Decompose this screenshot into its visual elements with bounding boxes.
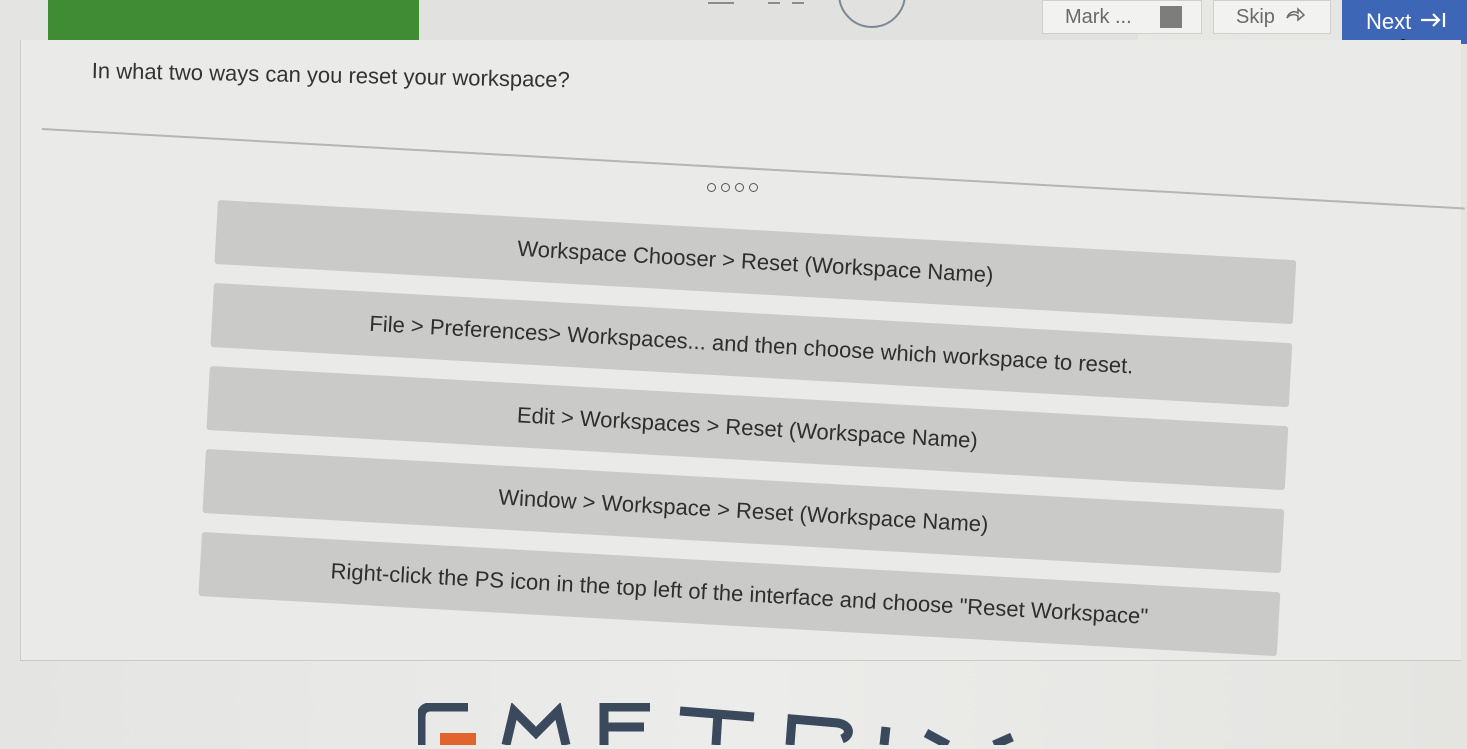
mark-button[interactable]: Mark ... — [1042, 0, 1202, 34]
skip-button[interactable]: Skip — [1213, 0, 1331, 34]
pager-dots — [707, 183, 758, 192]
timer-tick — [708, 2, 734, 4]
skip-button-label: Skip — [1236, 5, 1275, 28]
gmetrix-logo — [416, 702, 1018, 749]
next-button-label: Next — [1366, 9, 1412, 34]
pager-dot[interactable] — [707, 183, 716, 192]
pager-dot[interactable] — [749, 183, 758, 192]
progress-bar-fill — [48, 0, 419, 40]
pager-dot[interactable] — [721, 183, 730, 192]
timer-tick — [768, 2, 780, 4]
timer-tick — [792, 2, 804, 4]
mark-button-label: Mark ... — [1065, 5, 1132, 28]
mark-checkbox-icon — [1159, 6, 1182, 28]
pager-dot[interactable] — [735, 183, 744, 192]
arrow-to-end-icon — [1419, 9, 1447, 35]
skip-arrow-icon — [1285, 6, 1306, 28]
progress-bar — [48, 0, 1138, 40]
